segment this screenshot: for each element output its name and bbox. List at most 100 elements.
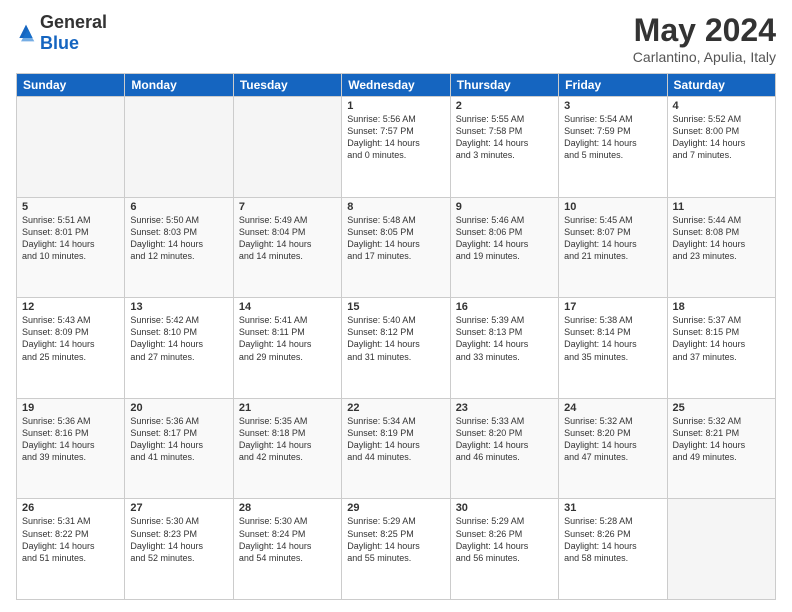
calendar-cell: 8Sunrise: 5:48 AMSunset: 8:05 PMDaylight… [342, 197, 450, 298]
day-info: Sunrise: 5:43 AMSunset: 8:09 PMDaylight:… [22, 314, 119, 363]
day-number: 6 [130, 201, 227, 213]
calendar-cell: 19Sunrise: 5:36 AMSunset: 8:16 PMDayligh… [17, 398, 125, 499]
day-info: Sunrise: 5:30 AMSunset: 8:23 PMDaylight:… [130, 515, 227, 564]
day-number: 14 [239, 301, 336, 313]
calendar-cell: 22Sunrise: 5:34 AMSunset: 8:19 PMDayligh… [342, 398, 450, 499]
day-info: Sunrise: 5:39 AMSunset: 8:13 PMDaylight:… [456, 314, 553, 363]
col-thursday: Thursday [450, 74, 558, 97]
day-info: Sunrise: 5:45 AMSunset: 8:07 PMDaylight:… [564, 214, 661, 263]
day-info: Sunrise: 5:32 AMSunset: 8:20 PMDaylight:… [564, 415, 661, 464]
day-number: 5 [22, 201, 119, 213]
calendar-cell: 30Sunrise: 5:29 AMSunset: 8:26 PMDayligh… [450, 499, 558, 600]
calendar-cell: 23Sunrise: 5:33 AMSunset: 8:20 PMDayligh… [450, 398, 558, 499]
day-number: 21 [239, 402, 336, 414]
day-info: Sunrise: 5:52 AMSunset: 8:00 PMDaylight:… [673, 113, 770, 162]
calendar-cell: 14Sunrise: 5:41 AMSunset: 8:11 PMDayligh… [233, 298, 341, 399]
day-number: 24 [564, 402, 661, 414]
calendar-cell: 29Sunrise: 5:29 AMSunset: 8:25 PMDayligh… [342, 499, 450, 600]
day-number: 7 [239, 201, 336, 213]
calendar-cell: 6Sunrise: 5:50 AMSunset: 8:03 PMDaylight… [125, 197, 233, 298]
calendar-cell: 10Sunrise: 5:45 AMSunset: 8:07 PMDayligh… [559, 197, 667, 298]
calendar-cell: 11Sunrise: 5:44 AMSunset: 8:08 PMDayligh… [667, 197, 775, 298]
calendar-cell: 25Sunrise: 5:32 AMSunset: 8:21 PMDayligh… [667, 398, 775, 499]
day-number: 25 [673, 402, 770, 414]
col-wednesday: Wednesday [342, 74, 450, 97]
day-info: Sunrise: 5:50 AMSunset: 8:03 PMDaylight:… [130, 214, 227, 263]
calendar-cell: 21Sunrise: 5:35 AMSunset: 8:18 PMDayligh… [233, 398, 341, 499]
day-number: 30 [456, 502, 553, 514]
day-number: 10 [564, 201, 661, 213]
logo-text: General Blue [40, 12, 107, 54]
day-number: 28 [239, 502, 336, 514]
calendar-cell: 2Sunrise: 5:55 AMSunset: 7:58 PMDaylight… [450, 97, 558, 198]
day-info: Sunrise: 5:42 AMSunset: 8:10 PMDaylight:… [130, 314, 227, 363]
day-info: Sunrise: 5:34 AMSunset: 8:19 PMDaylight:… [347, 415, 444, 464]
day-number: 18 [673, 301, 770, 313]
calendar-week-4: 26Sunrise: 5:31 AMSunset: 8:22 PMDayligh… [17, 499, 776, 600]
day-number: 8 [347, 201, 444, 213]
day-info: Sunrise: 5:36 AMSunset: 8:16 PMDaylight:… [22, 415, 119, 464]
calendar-cell: 17Sunrise: 5:38 AMSunset: 8:14 PMDayligh… [559, 298, 667, 399]
day-number: 13 [130, 301, 227, 313]
day-info: Sunrise: 5:28 AMSunset: 8:26 PMDaylight:… [564, 515, 661, 564]
day-number: 23 [456, 402, 553, 414]
day-info: Sunrise: 5:40 AMSunset: 8:12 PMDaylight:… [347, 314, 444, 363]
day-info: Sunrise: 5:41 AMSunset: 8:11 PMDaylight:… [239, 314, 336, 363]
calendar-cell: 13Sunrise: 5:42 AMSunset: 8:10 PMDayligh… [125, 298, 233, 399]
calendar-cell [233, 97, 341, 198]
day-number: 9 [456, 201, 553, 213]
day-info: Sunrise: 5:46 AMSunset: 8:06 PMDaylight:… [456, 214, 553, 263]
day-number: 20 [130, 402, 227, 414]
day-info: Sunrise: 5:36 AMSunset: 8:17 PMDaylight:… [130, 415, 227, 464]
calendar-cell: 28Sunrise: 5:30 AMSunset: 8:24 PMDayligh… [233, 499, 341, 600]
day-number: 2 [456, 100, 553, 112]
month-title: May 2024 [633, 12, 776, 49]
calendar-week-0: 1Sunrise: 5:56 AMSunset: 7:57 PMDaylight… [17, 97, 776, 198]
calendar-cell: 7Sunrise: 5:49 AMSunset: 8:04 PMDaylight… [233, 197, 341, 298]
calendar-week-1: 5Sunrise: 5:51 AMSunset: 8:01 PMDaylight… [17, 197, 776, 298]
calendar-table: Sunday Monday Tuesday Wednesday Thursday… [16, 73, 776, 600]
header: General Blue May 2024 Carlantino, Apulia… [16, 12, 776, 65]
day-info: Sunrise: 5:38 AMSunset: 8:14 PMDaylight:… [564, 314, 661, 363]
col-saturday: Saturday [667, 74, 775, 97]
day-info: Sunrise: 5:37 AMSunset: 8:15 PMDaylight:… [673, 314, 770, 363]
day-info: Sunrise: 5:54 AMSunset: 7:59 PMDaylight:… [564, 113, 661, 162]
col-monday: Monday [125, 74, 233, 97]
header-row: Sunday Monday Tuesday Wednesday Thursday… [17, 74, 776, 97]
page: General Blue May 2024 Carlantino, Apulia… [0, 0, 792, 612]
day-info: Sunrise: 5:32 AMSunset: 8:21 PMDaylight:… [673, 415, 770, 464]
day-info: Sunrise: 5:30 AMSunset: 8:24 PMDaylight:… [239, 515, 336, 564]
day-number: 3 [564, 100, 661, 112]
calendar-cell: 15Sunrise: 5:40 AMSunset: 8:12 PMDayligh… [342, 298, 450, 399]
day-info: Sunrise: 5:56 AMSunset: 7:57 PMDaylight:… [347, 113, 444, 162]
logo: General Blue [16, 12, 107, 54]
day-number: 26 [22, 502, 119, 514]
day-number: 27 [130, 502, 227, 514]
logo-icon [16, 23, 36, 43]
calendar-cell [17, 97, 125, 198]
title-area: May 2024 Carlantino, Apulia, Italy [633, 12, 776, 65]
calendar-cell: 24Sunrise: 5:32 AMSunset: 8:20 PMDayligh… [559, 398, 667, 499]
day-number: 11 [673, 201, 770, 213]
day-number: 16 [456, 301, 553, 313]
location-subtitle: Carlantino, Apulia, Italy [633, 49, 776, 65]
col-sunday: Sunday [17, 74, 125, 97]
day-info: Sunrise: 5:29 AMSunset: 8:26 PMDaylight:… [456, 515, 553, 564]
calendar-cell: 12Sunrise: 5:43 AMSunset: 8:09 PMDayligh… [17, 298, 125, 399]
day-number: 4 [673, 100, 770, 112]
day-info: Sunrise: 5:29 AMSunset: 8:25 PMDaylight:… [347, 515, 444, 564]
col-tuesday: Tuesday [233, 74, 341, 97]
day-info: Sunrise: 5:31 AMSunset: 8:22 PMDaylight:… [22, 515, 119, 564]
day-number: 22 [347, 402, 444, 414]
calendar-cell: 26Sunrise: 5:31 AMSunset: 8:22 PMDayligh… [17, 499, 125, 600]
day-info: Sunrise: 5:49 AMSunset: 8:04 PMDaylight:… [239, 214, 336, 263]
day-number: 19 [22, 402, 119, 414]
calendar-cell: 18Sunrise: 5:37 AMSunset: 8:15 PMDayligh… [667, 298, 775, 399]
day-number: 15 [347, 301, 444, 313]
calendar-cell: 3Sunrise: 5:54 AMSunset: 7:59 PMDaylight… [559, 97, 667, 198]
calendar-cell: 1Sunrise: 5:56 AMSunset: 7:57 PMDaylight… [342, 97, 450, 198]
logo-general: General [40, 12, 107, 32]
calendar-cell: 5Sunrise: 5:51 AMSunset: 8:01 PMDaylight… [17, 197, 125, 298]
day-info: Sunrise: 5:48 AMSunset: 8:05 PMDaylight:… [347, 214, 444, 263]
day-info: Sunrise: 5:33 AMSunset: 8:20 PMDaylight:… [456, 415, 553, 464]
